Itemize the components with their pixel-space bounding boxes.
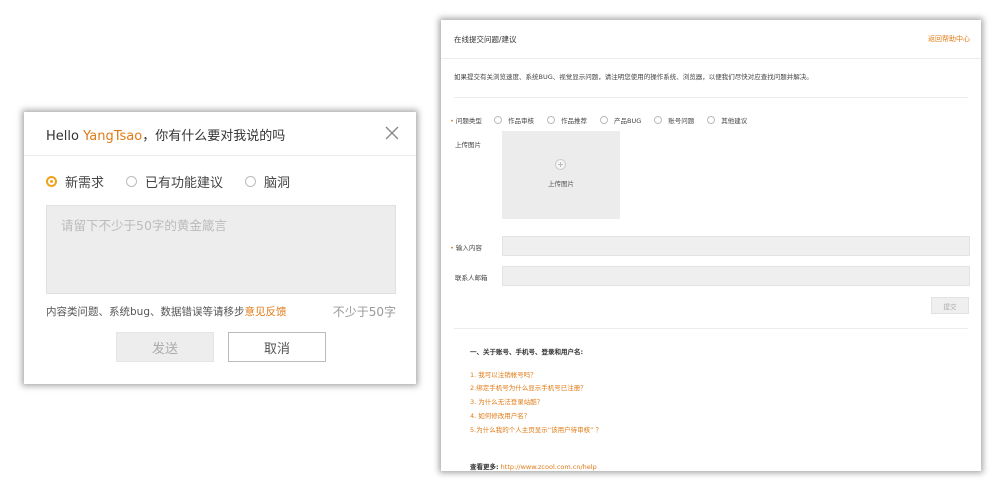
radio-unselected-icon [494, 116, 502, 124]
close-icon[interactable] [384, 125, 400, 141]
type-label: • 问题类型 [450, 117, 482, 125]
upload-label: 上传图片 [455, 141, 481, 149]
more-help: 查看更多: http://www.zcool.com.cn/help [470, 461, 597, 471]
radio-unselected-icon [707, 116, 716, 124]
panel-description: 如果提交有关浏览速度、系统BUG、视觉显示问题，请注明您使用的操作系统、浏览器，… [454, 73, 813, 81]
feedback-link[interactable]: 意见反馈 [244, 306, 286, 318]
radio-unselected-icon [126, 176, 138, 187]
email-input[interactable] [502, 266, 970, 286]
greeting-text: Hello [46, 129, 84, 144]
email-label: 联系人邮箱 [455, 274, 488, 282]
faq-link[interactable]: 5.为什么我的个人主页显示“该用户待审核” ？ [470, 424, 602, 434]
faq-link[interactable]: 2.绑定手机号为什么显示手机号已注册？ [470, 382, 587, 392]
type-option[interactable]: 作品推荐 [547, 115, 587, 125]
submit-button[interactable]: 提交 [931, 297, 969, 314]
faq-link[interactable]: 4. 如何修改用户名？ [470, 410, 530, 420]
content-input[interactable] [502, 236, 970, 256]
radio-unselected-icon [547, 116, 555, 124]
feedback-dialog: Hello YangTsao，你有什么要对我说的吗 新需求 已有功能建议 脑洞 … [24, 112, 416, 384]
panel-title: 在线提交问题/建议 [454, 35, 517, 44]
type-option[interactable]: 产品BUG [600, 115, 641, 125]
cancel-button[interactable]: 取消 [228, 332, 326, 362]
request-type-radio-group: 新需求 已有功能建议 脑洞 [46, 172, 312, 191]
send-button[interactable]: 发送 [116, 332, 214, 362]
type-option[interactable]: 作品审核 [494, 115, 534, 125]
divider [454, 97, 968, 98]
faq-link[interactable]: 3. 为什么无法登录站酷？ [470, 396, 543, 406]
type-option[interactable]: 账号问题 [654, 115, 694, 125]
radio-new-request[interactable]: 新需求 [46, 172, 104, 191]
panel-header: 在线提交问题/建议 返回帮助中心 [441, 20, 981, 59]
radio-unselected-icon [600, 116, 608, 124]
username-text: YangTsao [83, 129, 143, 144]
message-textarea[interactable]: 请留下不少于50字的黄金箴言 [46, 205, 396, 294]
content-label: • 输入内容 [450, 244, 482, 252]
radio-label: 已有功能建议 [145, 176, 224, 191]
dialog-header: Hello YangTsao，你有什么要对我说的吗 [24, 112, 416, 156]
radio-unselected-icon [245, 176, 257, 187]
divider [454, 328, 968, 329]
type-option[interactable]: 其他建议 [707, 115, 747, 125]
hint-body: 内容类问题、系统bug、数据错误等请移步 [46, 306, 245, 318]
faq-section-title: 一、关于账号、手机号、登录和用户名: [470, 348, 584, 356]
radio-label: 新需求 [65, 176, 105, 191]
faq-link[interactable]: 1. 我可以注销帐号吗？ [470, 369, 537, 379]
help-url-link[interactable]: http://www.zcool.com.cn/help [499, 463, 597, 471]
question-text: ，你有什么要对我说的吗 [142, 129, 286, 144]
radio-selected-icon [46, 176, 57, 187]
upload-button-text: 上传图片 [548, 180, 574, 188]
radio-existing-feature[interactable]: 已有功能建议 [126, 172, 223, 191]
radio-unselected-icon [654, 116, 663, 124]
hint-text: 内容类问题、系统bug、数据错误等请移步意见反馈 [46, 304, 286, 319]
char-count-hint: 不少于50字 [332, 305, 396, 319]
issue-type-radio-group: 作品审核 作品推荐 产品BUG 账号问题 其他建议 [494, 115, 760, 125]
dialog-title: Hello YangTsao，你有什么要对我说的吗 [46, 125, 285, 144]
image-upload-box[interactable]: 上传图片 [502, 131, 620, 219]
back-to-help-link[interactable]: 返回帮助中心 [928, 34, 970, 44]
radio-label: 脑洞 [264, 176, 291, 191]
help-submit-panel: 在线提交问题/建议 返回帮助中心 如果提交有关浏览速度、系统BUG、视觉显示问题… [441, 20, 981, 471]
radio-brainstorm[interactable]: 脑洞 [245, 172, 290, 191]
textarea-placeholder: 请留下不少于50字的黄金箴言 [61, 218, 227, 233]
plus-icon [555, 159, 566, 170]
more-label: 查看更多: [470, 463, 499, 471]
